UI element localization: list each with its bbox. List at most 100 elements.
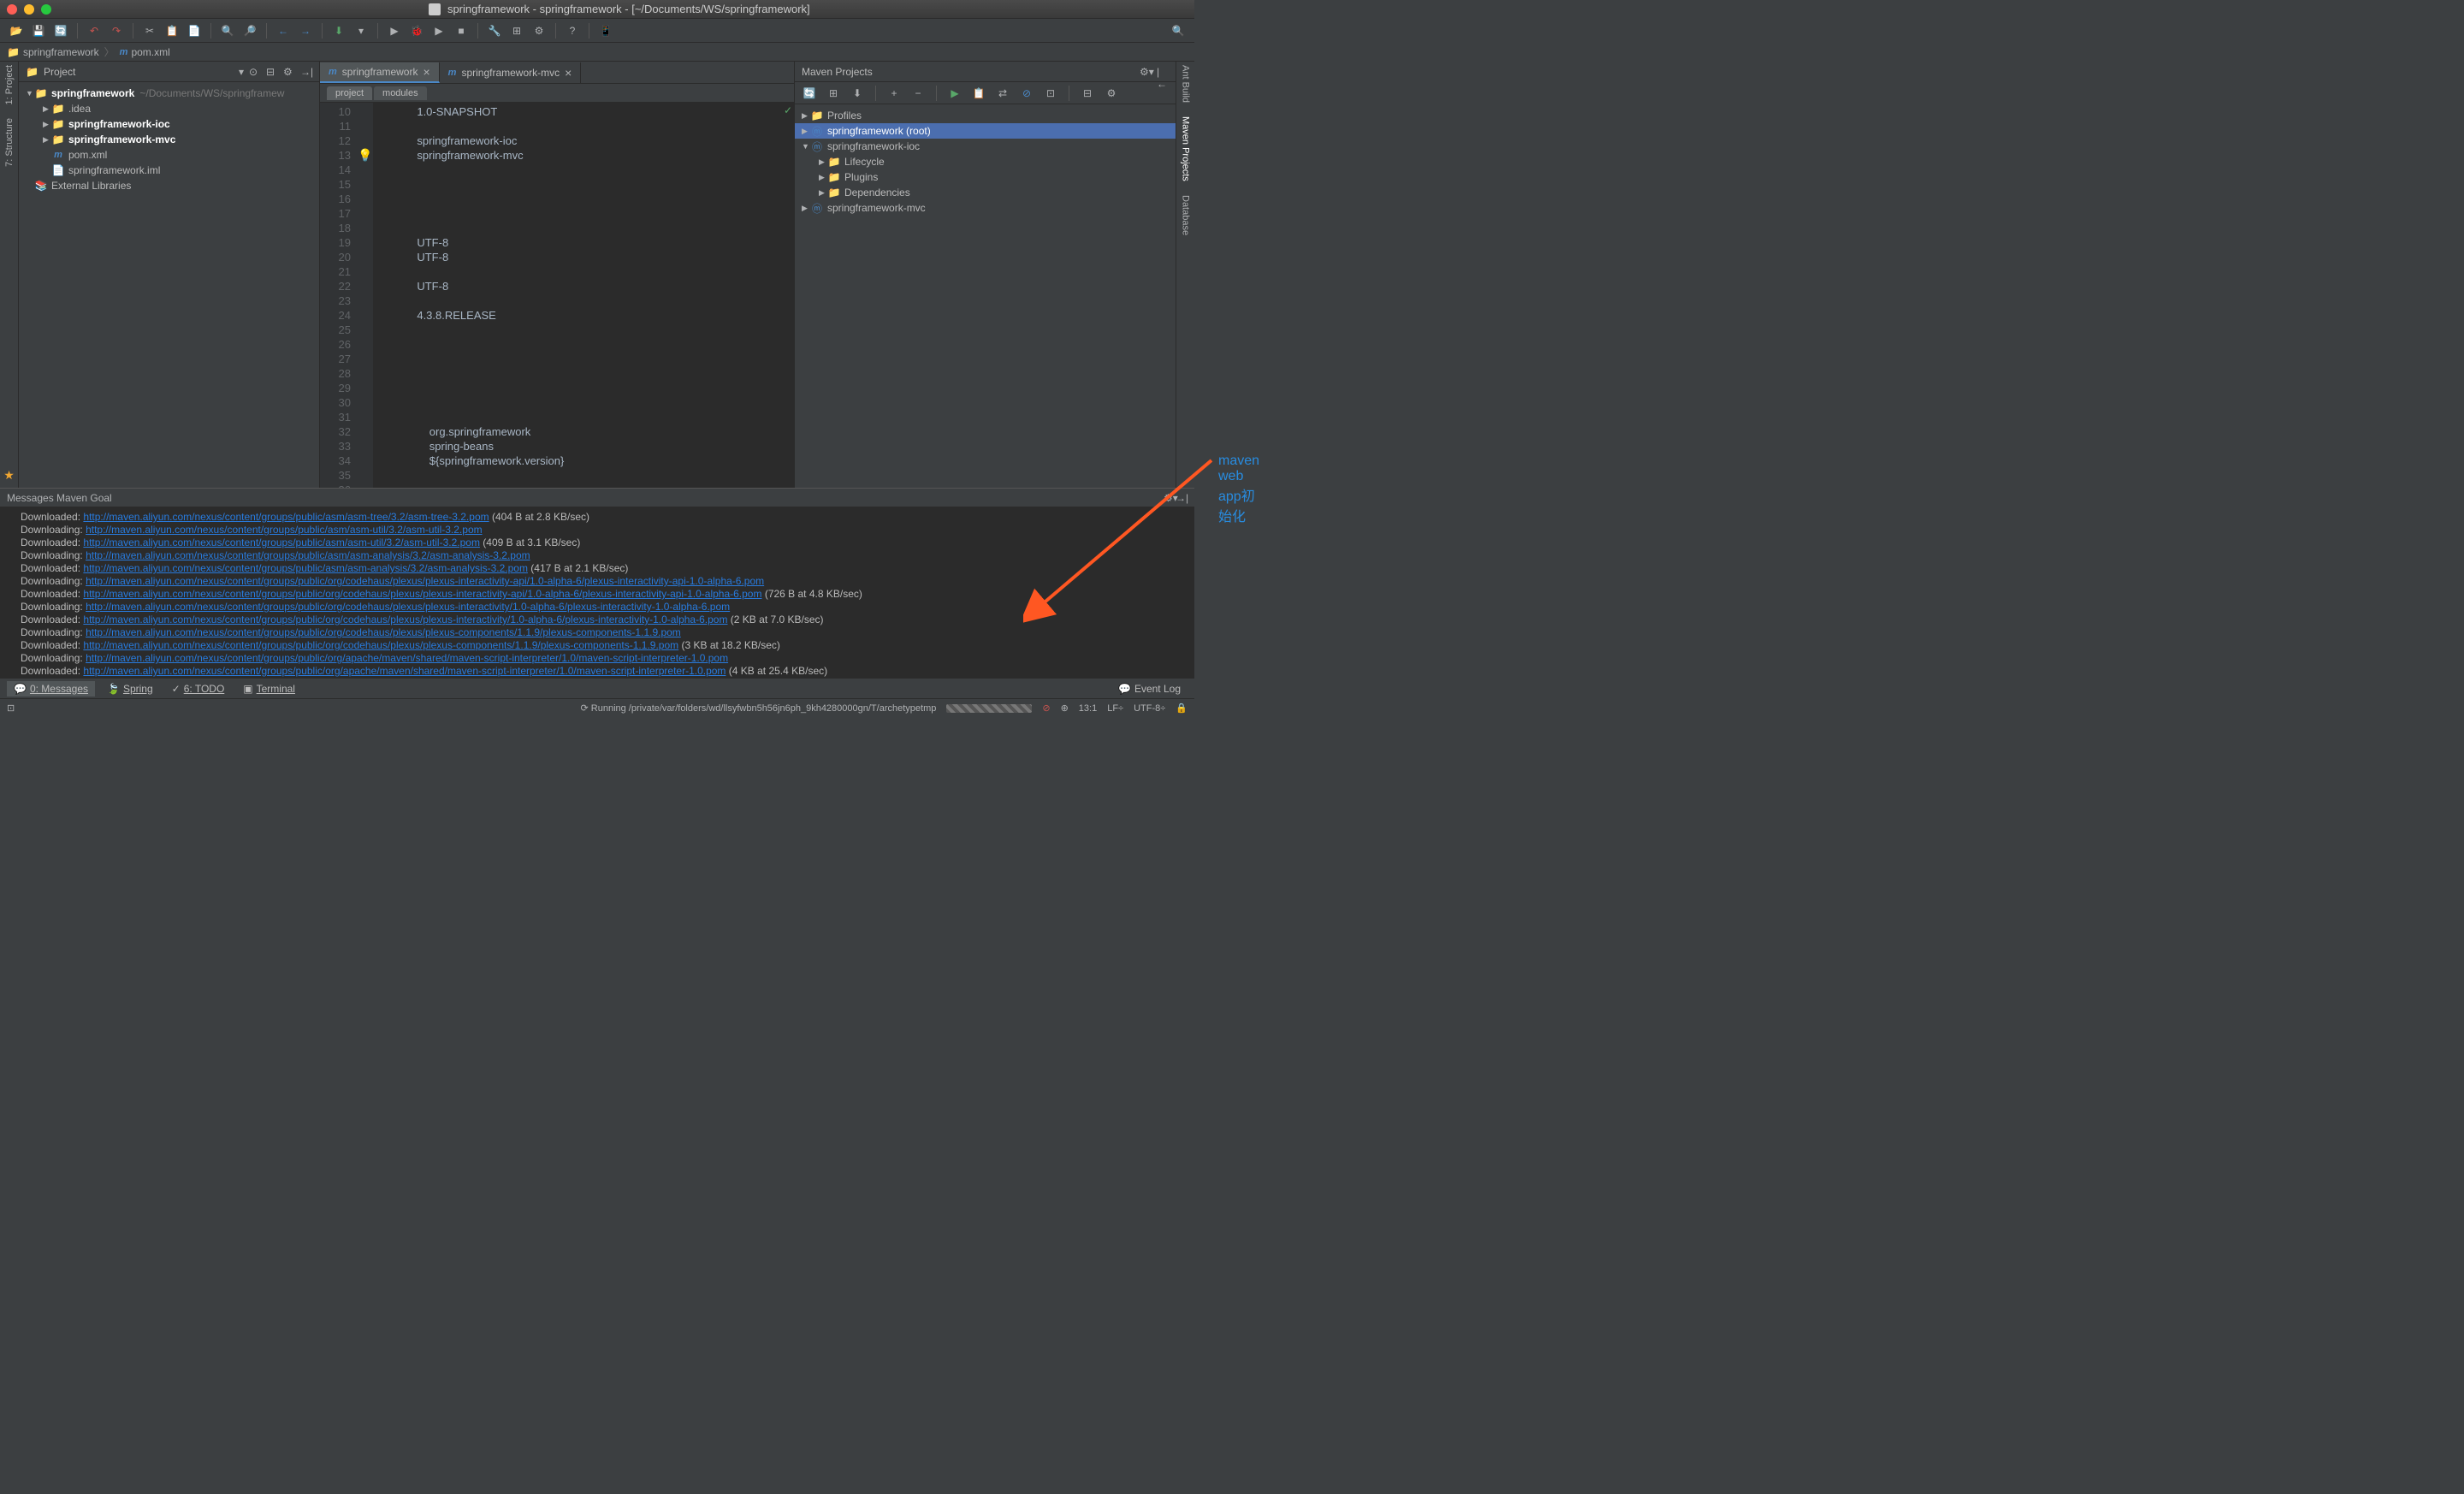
status-position[interactable]: 13:1 — [1079, 703, 1097, 714]
download-link[interactable]: http://maven.aliyun.com/nexus/content/gr… — [86, 626, 681, 638]
tree-item[interactable]: 📚External Libraries — [19, 178, 319, 193]
generate-icon[interactable]: ⊞ — [824, 84, 843, 103]
status-encoding[interactable]: UTF-8÷ — [1134, 703, 1165, 714]
minimize-window[interactable] — [24, 4, 34, 15]
graph-icon[interactable]: ⊡ — [1041, 84, 1060, 103]
download-link[interactable]: http://maven.aliyun.com/nexus/content/gr… — [86, 652, 728, 664]
xml-subtab[interactable]: project — [327, 86, 372, 100]
locate-icon[interactable]: ⊙ — [249, 66, 261, 78]
code-content[interactable]: 1.0-SNAPSHOT springframework-ioc springf… — [373, 103, 794, 488]
download-link[interactable]: http://maven.aliyun.com/nexus/content/gr… — [86, 601, 730, 613]
event-log-button[interactable]: 💬Event Log — [1111, 681, 1188, 697]
download-link[interactable]: http://maven.aliyun.com/nexus/content/gr… — [83, 665, 726, 677]
bottom-tab[interactable]: ▣Terminal — [236, 681, 302, 697]
download-link[interactable]: http://maven.aliyun.com/nexus/content/gr… — [86, 524, 483, 536]
skip-icon[interactable]: ⊘ — [1017, 84, 1036, 103]
coverage-button[interactable]: ▶ — [429, 21, 448, 40]
maven-tree-item[interactable]: ▶📁Profiles — [795, 108, 1176, 123]
build-button[interactable]: ⬇ — [329, 21, 348, 40]
maven-tree-item[interactable]: ▶📁Dependencies — [795, 185, 1176, 200]
ant-build-button[interactable]: Ant Build — [1181, 65, 1191, 103]
close-icon[interactable]: × — [565, 66, 572, 80]
database-button[interactable]: Database — [1181, 195, 1191, 235]
structure-tool-button[interactable]: 7: Structure — [4, 118, 15, 167]
replace-button[interactable]: 🔎 — [240, 21, 259, 40]
bottom-tab[interactable]: ✓6: TODO — [165, 681, 232, 697]
paste-button[interactable]: 📄 — [185, 21, 204, 40]
download-link[interactable]: http://maven.aliyun.com/nexus/content/gr… — [83, 511, 489, 523]
editor-tab[interactable]: mspringframework-mvc× — [440, 62, 582, 83]
tool-button[interactable]: 📱 — [596, 21, 615, 40]
tree-item[interactable]: mpom.xml — [19, 147, 319, 163]
bottom-tab[interactable]: 💬0: Messages — [7, 681, 95, 697]
toggle-icon[interactable]: ⇄ — [993, 84, 1012, 103]
maven-tree-item[interactable]: ▼ⓜspringframework-ioc — [795, 139, 1176, 154]
gear-icon[interactable]: ⚙ — [283, 66, 295, 78]
tree-item[interactable]: 📄springframework.iml — [19, 163, 319, 178]
close-icon[interactable]: × — [423, 65, 429, 79]
download-link[interactable]: http://maven.aliyun.com/nexus/content/gr… — [83, 537, 480, 548]
maximize-window[interactable] — [41, 4, 51, 15]
maven-tree-item[interactable]: ▶ⓜspringframework (root) — [795, 123, 1176, 139]
debug-button[interactable]: 🐞 — [407, 21, 426, 40]
tree-item[interactable]: ▼📁springframework~/Documents/WS/springfr… — [19, 86, 319, 101]
hide-icon[interactable]: →| — [300, 66, 312, 78]
forward-button[interactable]: → — [296, 21, 315, 40]
download-link[interactable]: http://maven.aliyun.com/nexus/content/gr… — [83, 588, 761, 600]
collapse-icon[interactable]: ⊟ — [266, 66, 278, 78]
stop-button[interactable]: ■ — [452, 21, 471, 40]
sdk-button[interactable]: ⚙ — [530, 21, 548, 40]
reimport-icon[interactable]: 🔄 — [800, 84, 819, 103]
project-tree[interactable]: ▼📁springframework~/Documents/WS/springfr… — [19, 82, 319, 488]
editor-tab[interactable]: mspringframework× — [320, 62, 440, 83]
status-error-icon[interactable]: ⊘ — [1042, 703, 1050, 714]
collapse-all-icon[interactable]: ⊟ — [1078, 84, 1097, 103]
tree-item[interactable]: ▶📁springframework-mvc — [19, 132, 319, 147]
favorites-icon[interactable]: ★ — [3, 468, 15, 483]
open-button[interactable]: 📂 — [7, 21, 26, 40]
download-icon[interactable]: ⬇ — [848, 84, 867, 103]
maven-tree-item[interactable]: ▶📁Lifecycle — [795, 154, 1176, 169]
close-window[interactable] — [7, 4, 17, 15]
find-button[interactable]: 🔍 — [218, 21, 237, 40]
status-lock-icon[interactable]: 🔒 — [1176, 703, 1188, 714]
maven-tree-item[interactable]: ▶📁Plugins — [795, 169, 1176, 185]
run-icon[interactable]: ▶ — [945, 84, 964, 103]
download-link[interactable]: http://maven.aliyun.com/nexus/content/gr… — [83, 562, 528, 574]
download-link[interactable]: http://maven.aliyun.com/nexus/content/gr… — [86, 575, 764, 587]
undo-button[interactable]: ↶ — [85, 21, 104, 40]
maven-projects-button[interactable]: Maven Projects — [1181, 116, 1191, 181]
config-dropdown[interactable]: ▾ — [352, 21, 370, 40]
settings-icon[interactable]: ⚙ — [1102, 84, 1121, 103]
tree-item[interactable]: ▶📁.idea — [19, 101, 319, 116]
remove-icon[interactable]: − — [909, 84, 927, 103]
messages-content[interactable]: Downloaded: http://maven.aliyun.com/nexu… — [0, 507, 1194, 678]
bottom-tab[interactable]: 🍃Spring — [100, 681, 160, 697]
tree-item[interactable]: ▶📁springframework-ioc — [19, 116, 319, 132]
code-editor[interactable]: 1011121314151617181920212223242526272829… — [320, 103, 794, 488]
hide-icon[interactable]: →| — [1176, 492, 1188, 504]
add-icon[interactable]: + — [885, 84, 903, 103]
xml-subtab[interactable]: modules — [374, 86, 427, 100]
status-separator[interactable]: LF÷ — [1107, 703, 1123, 714]
maven-tree-item[interactable]: ▶ⓜspringframework-mvc — [795, 200, 1176, 216]
maven-tree[interactable]: ▶📁Profiles▶ⓜspringframework (root)▼ⓜspri… — [795, 104, 1176, 488]
project-tool-button[interactable]: 1: Project — [4, 65, 15, 104]
gear-icon[interactable]: ⚙▾ — [1164, 492, 1176, 504]
gear-icon[interactable]: ⚙▾ — [1140, 66, 1152, 78]
redo-button[interactable]: ↷ — [107, 21, 126, 40]
back-button[interactable]: ← — [274, 21, 293, 40]
breadcrumb-file[interactable]: m pom.xml — [120, 46, 170, 58]
save-button[interactable]: 💾 — [29, 21, 48, 40]
sync-button[interactable]: 🔄 — [51, 21, 70, 40]
dropdown-icon[interactable]: ▾ — [239, 66, 244, 78]
run-button[interactable]: ▶ — [385, 21, 404, 40]
help-button[interactable]: ? — [563, 21, 582, 40]
download-link[interactable]: http://maven.aliyun.com/nexus/content/gr… — [83, 614, 727, 625]
hide-icon[interactable]: |← — [1157, 66, 1169, 78]
cut-button[interactable]: ✂ — [140, 21, 159, 40]
copy-button[interactable]: 📋 — [163, 21, 181, 40]
structure-button[interactable]: ⊞ — [507, 21, 526, 40]
breadcrumb-root[interactable]: 📁 springframework — [7, 46, 99, 58]
execute-icon[interactable]: 📋 — [969, 84, 988, 103]
